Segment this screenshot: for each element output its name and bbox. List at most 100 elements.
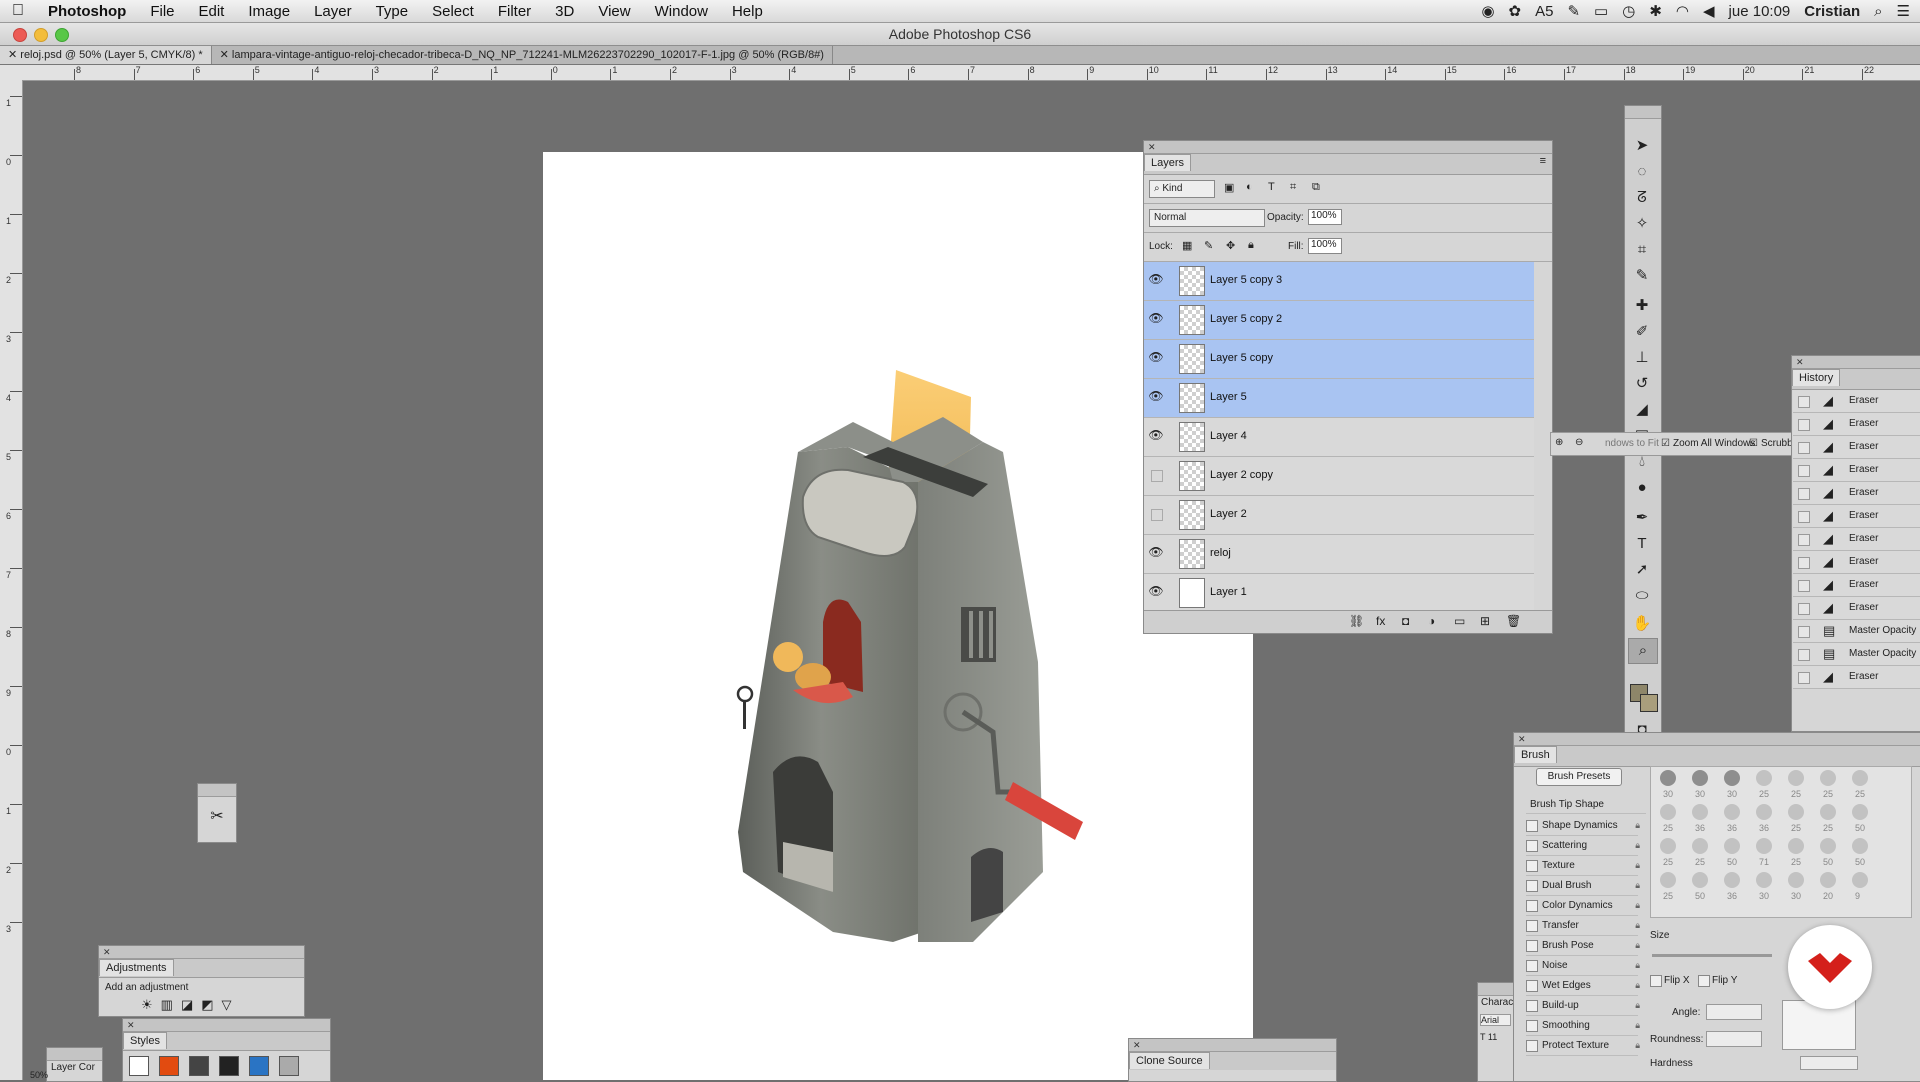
lock-icon[interactable]: 🔒︎ bbox=[1635, 916, 1640, 935]
volume-icon[interactable]: ◀ bbox=[1703, 2, 1715, 20]
brush-option-checkbox[interactable] bbox=[1526, 1020, 1538, 1032]
history-item[interactable]: ◢ Eraser bbox=[1793, 482, 1920, 505]
brush-tip-swatch[interactable] bbox=[1820, 804, 1836, 820]
zoom-all-checkbox[interactable]: ☑ bbox=[1661, 438, 1670, 449]
brush-option[interactable]: Shape Dynamics 🔒︎ bbox=[1526, 816, 1640, 836]
tab-layers[interactable]: Layers bbox=[1144, 154, 1192, 171]
history-source-checkbox[interactable] bbox=[1798, 603, 1810, 615]
lock-icon[interactable]: 🔒︎ bbox=[1635, 896, 1640, 915]
stamp-tool-icon[interactable]: ⊥ bbox=[1628, 346, 1656, 370]
curves-icon[interactable]: ◪ bbox=[181, 997, 201, 1012]
history-source-checkbox[interactable] bbox=[1798, 511, 1810, 523]
link-layers-icon[interactable]: ⛓︎ bbox=[1349, 614, 1364, 628]
brush-tip-swatch[interactable] bbox=[1692, 770, 1708, 786]
style-none-swatch[interactable] bbox=[129, 1056, 149, 1076]
display-icon[interactable]: ▭ bbox=[1594, 2, 1608, 20]
layer-row[interactable]: 👁︎ Layer 1 bbox=[1144, 574, 1534, 613]
history-source-checkbox[interactable] bbox=[1798, 465, 1810, 477]
eye-icon[interactable]: 👁︎ bbox=[1148, 272, 1164, 288]
mask-icon[interactable]: ◘ bbox=[1402, 614, 1409, 628]
brush-option-checkbox[interactable] bbox=[1526, 820, 1538, 832]
history-item[interactable]: ◢ Eraser bbox=[1793, 505, 1920, 528]
background-color-swatch[interactable] bbox=[1640, 694, 1658, 712]
dodge-tool-icon[interactable]: ● bbox=[1628, 476, 1656, 500]
history-item[interactable]: ▤Master Opacity C bbox=[1793, 620, 1920, 658]
brush-option-checkbox[interactable] bbox=[1526, 960, 1538, 972]
search-icon[interactable]: ⌕ bbox=[1874, 3, 1882, 20]
adobe-badge[interactable]: A5 bbox=[1535, 3, 1553, 20]
user-name[interactable]: Cristian bbox=[1804, 3, 1860, 20]
menu-view[interactable]: View bbox=[586, 3, 642, 20]
opacity-field[interactable]: 100% bbox=[1308, 209, 1342, 225]
new-layer-icon[interactable]: ⊞ bbox=[1480, 614, 1490, 628]
hand-tool-icon[interactable]: ✋ bbox=[1628, 612, 1656, 636]
brush-tip-swatch[interactable] bbox=[1852, 804, 1868, 820]
tab-brush[interactable]: Brush bbox=[1514, 746, 1557, 763]
layer-row[interactable]: 👁︎ Layer 4 bbox=[1144, 418, 1534, 457]
brush-option-checkbox[interactable] bbox=[1526, 1040, 1538, 1052]
brush-tip-swatch[interactable] bbox=[1660, 872, 1676, 888]
lock-icon[interactable]: 🔒︎ bbox=[1635, 856, 1640, 875]
fit-windows-label[interactable]: ndows to Fit bbox=[1605, 438, 1659, 449]
brush-tip-swatch[interactable] bbox=[1788, 770, 1804, 786]
eye-icon[interactable]: 👁︎ bbox=[1148, 389, 1164, 405]
zoom-in-icon[interactable]: ⊕ bbox=[1555, 437, 1563, 448]
brush-option[interactable]: Texture 🔒︎ bbox=[1526, 856, 1640, 876]
eyedropper-tool-icon[interactable]: ✎ bbox=[1628, 264, 1656, 288]
tab-reloj[interactable]: ✕ reloj.psd @ 50% (Layer 5, CMYK/8) * bbox=[0, 46, 212, 64]
brush-option[interactable]: Color Dynamics 🔒︎ bbox=[1526, 896, 1640, 916]
close-panel-icon[interactable]: ✕ bbox=[1148, 142, 1156, 152]
close-tab-icon[interactable]: ✕ bbox=[8, 49, 20, 61]
layer-row[interactable]: 👁︎ Layer 5 copy 3 bbox=[1144, 262, 1534, 301]
history-item[interactable]: ◢ Eraser bbox=[1793, 666, 1920, 689]
scissors-icon[interactable]: ✂ bbox=[198, 797, 236, 837]
history-source-checkbox[interactable] bbox=[1798, 419, 1810, 431]
style-grey-swatch[interactable] bbox=[279, 1056, 299, 1076]
panel-menu-icon[interactable]: ≡ bbox=[1540, 155, 1546, 167]
close-tab-icon[interactable]: ✕ bbox=[220, 49, 232, 61]
menu-edit[interactable]: Edit bbox=[187, 3, 237, 20]
blend-mode-select[interactable]: Normal bbox=[1149, 209, 1265, 227]
levels-icon[interactable]: ▥ bbox=[161, 997, 181, 1012]
app-menu[interactable]: Photoshop bbox=[36, 3, 138, 20]
brush-tip-swatch[interactable] bbox=[1756, 804, 1772, 820]
history-source-checkbox[interactable] bbox=[1798, 557, 1810, 569]
crop-tool-icon[interactable]: ⌗ bbox=[1628, 238, 1656, 262]
zoom-out-icon[interactable]: ⊖ bbox=[1575, 437, 1583, 448]
brush-option[interactable]: Noise 🔒︎ bbox=[1526, 956, 1640, 976]
path-select-tool-icon[interactable]: ➚ bbox=[1628, 558, 1656, 582]
tab-character[interactable]: Charac bbox=[1478, 997, 1513, 1008]
layer-filter-select[interactable]: ⌕ Kind bbox=[1149, 180, 1215, 198]
brush-tip-swatch[interactable] bbox=[1724, 872, 1740, 888]
tab-layer-comps[interactable]: Layer Cor bbox=[47, 1062, 95, 1073]
brush-tip-swatch[interactable] bbox=[1724, 770, 1740, 786]
font-size-field[interactable]: T 11 bbox=[1480, 1032, 1511, 1042]
layer-row[interactable]: 👁︎ Layer 5 copy 2 bbox=[1144, 301, 1534, 340]
filter-shape-icon[interactable]: ⌗ bbox=[1290, 181, 1296, 194]
evernote-icon[interactable]: ✿ bbox=[1509, 2, 1522, 20]
history-item[interactable]: ◢ Eraser bbox=[1793, 390, 1920, 413]
fill-field[interactable]: 100% bbox=[1308, 238, 1342, 254]
brush-option-checkbox[interactable] bbox=[1526, 860, 1538, 872]
menu-type[interactable]: Type bbox=[364, 3, 421, 20]
history-source-checkbox[interactable] bbox=[1798, 488, 1810, 500]
clock-text[interactable]: jue 10:09 bbox=[1729, 3, 1791, 20]
brush-tip-swatch[interactable] bbox=[1660, 838, 1676, 854]
brush-tip-swatch[interactable] bbox=[1724, 838, 1740, 854]
tab-adjustments[interactable]: Adjustments bbox=[99, 959, 174, 976]
time-machine-icon[interactable]: ◷ bbox=[1622, 2, 1635, 20]
layer-row[interactable]: 👁︎ reloj bbox=[1144, 535, 1534, 574]
minimize-window-icon[interactable] bbox=[34, 28, 48, 42]
flip-y-checkbox[interactable] bbox=[1698, 975, 1710, 987]
brush-size-slider[interactable] bbox=[1652, 954, 1772, 957]
tab-history[interactable]: History bbox=[1792, 369, 1841, 386]
brush-tip-swatch[interactable] bbox=[1724, 804, 1740, 820]
brush-option-checkbox[interactable] bbox=[1526, 980, 1538, 992]
type-tool-icon[interactable]: T bbox=[1628, 532, 1656, 556]
lock-icon[interactable]: 🔒︎ bbox=[1635, 1016, 1640, 1035]
brush-tip-swatch[interactable] bbox=[1692, 838, 1708, 854]
history-source-checkbox[interactable] bbox=[1798, 534, 1810, 546]
pen-tool-icon[interactable]: ✒ bbox=[1628, 506, 1656, 530]
style-dark-swatch[interactable] bbox=[189, 1056, 209, 1076]
lock-icon[interactable]: 🔒︎ bbox=[1635, 996, 1640, 1015]
